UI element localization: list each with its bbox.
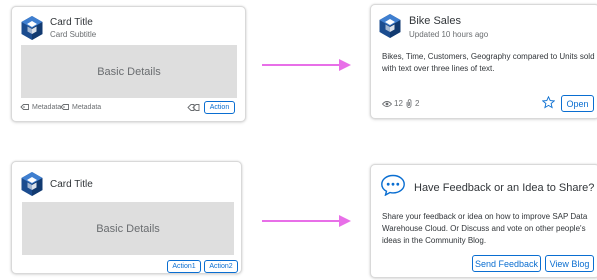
card-title: Card Title: [50, 179, 93, 190]
card-subtitle: Card Subtitle: [50, 30, 97, 39]
chat-bubble-icon: [381, 174, 405, 196]
paperclip-icon: [406, 99, 412, 108]
content-placeholder: Basic Details: [21, 45, 237, 98]
metadata-item: Metadata: [60, 103, 101, 111]
card-bike-sales: Bike Sales Updated 10 hours ago Bikes, T…: [370, 4, 597, 119]
arrow-right-icon: [262, 215, 351, 227]
company-logo-icon: [20, 15, 44, 41]
metadata-item: Metadata: [20, 103, 61, 111]
company-logo-icon: [20, 171, 44, 197]
link-icon[interactable]: [187, 103, 200, 112]
card-subtitle: Updated 10 hours ago: [409, 30, 489, 39]
card-basic-metadata: Card Title Card Subtitle Basic Details M…: [11, 6, 246, 122]
content-placeholder: Basic Details: [22, 202, 234, 255]
card-title: Bike Sales: [409, 15, 461, 27]
eye-icon: [382, 100, 392, 107]
views-value: 12: [394, 99, 403, 108]
open-button[interactable]: Open: [561, 95, 594, 112]
action2-button[interactable]: Action2: [204, 260, 238, 273]
tag-icon: [60, 104, 69, 110]
arrow-right-icon: [262, 59, 351, 71]
card-feedback: Have Feedback or an Idea to Share? Share…: [370, 164, 597, 278]
view-blog-button[interactable]: View Blog: [545, 255, 594, 272]
send-feedback-button[interactable]: Send Feedback: [472, 255, 541, 272]
card-title: Have Feedback or an Idea to Share?: [414, 182, 595, 194]
metadata-label: Metadata: [32, 103, 62, 111]
card-basic-actions: Card Title Basic Details Action1 Action2: [11, 161, 242, 274]
star-icon[interactable]: [542, 96, 555, 109]
action-button[interactable]: Action: [204, 101, 235, 114]
card-description: Share your feedback or idea on how to im…: [382, 212, 588, 245]
company-logo-icon: [378, 13, 402, 39]
content-placeholder-label: Basic Details: [97, 65, 161, 78]
attachments-count: 2: [405, 99, 419, 108]
attachments-value: 2: [415, 99, 420, 108]
card-title: Card Title: [50, 17, 93, 28]
content-placeholder-label: Basic Details: [96, 222, 160, 235]
metadata-label: Metadata: [72, 103, 102, 111]
action1-button[interactable]: Action1: [167, 260, 201, 273]
tag-icon: [20, 104, 29, 110]
views-count: 12: [382, 99, 403, 108]
card-description: Bikes, Time, Customers, Geography compar…: [382, 52, 595, 73]
